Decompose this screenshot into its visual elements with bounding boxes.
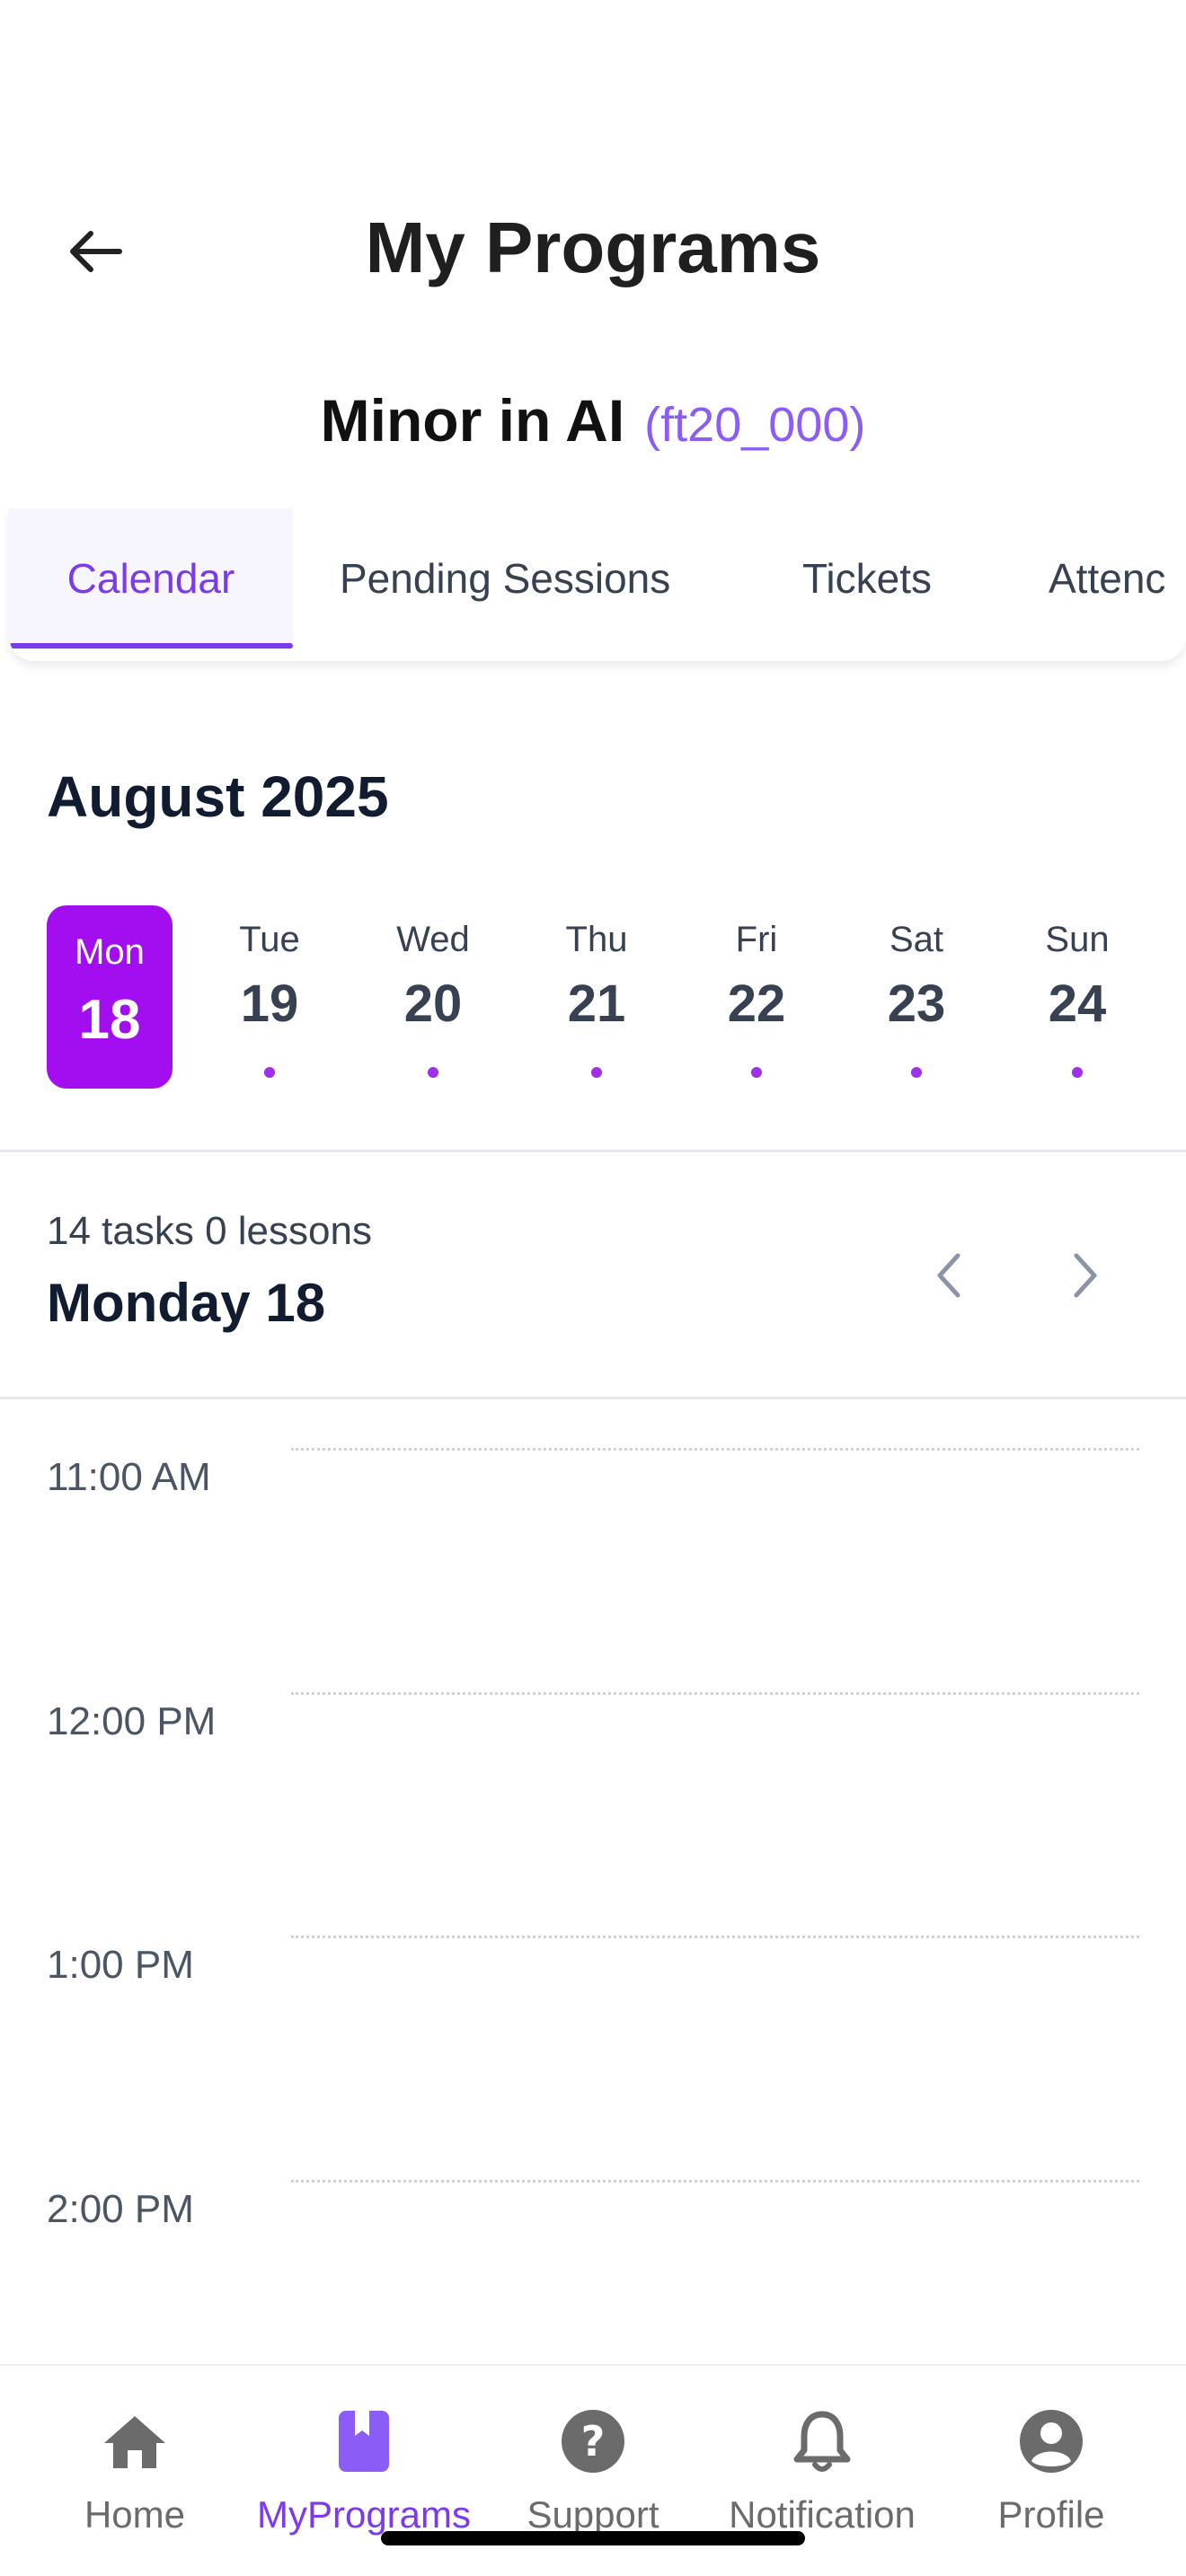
- day-number: 24: [1048, 975, 1107, 1033]
- home-indicator: [381, 2531, 805, 2545]
- tab-label: Calendar: [66, 555, 235, 602]
- tab-attendance[interactable]: Attenc: [1049, 508, 1165, 648]
- time-label: 12:00 PM: [47, 1699, 217, 1743]
- time-label: 2:00 PM: [47, 2187, 194, 2231]
- day-number: 19: [240, 975, 299, 1033]
- book-icon: [328, 2405, 400, 2477]
- event-dot: [1072, 1067, 1083, 1078]
- day-sat[interactable]: Sat 23: [854, 905, 979, 1090]
- day-name: Tue: [239, 920, 300, 959]
- time-gridline: [291, 1692, 1139, 1695]
- day-thu[interactable]: Thu 21: [534, 905, 659, 1090]
- day-number: 20: [403, 975, 463, 1033]
- event-dot: [751, 1067, 762, 1078]
- previous-day-button[interactable]: [913, 1239, 985, 1311]
- time-label: 11:00 AM: [47, 1455, 211, 1499]
- bell-icon: [786, 2405, 858, 2477]
- event-dot: [428, 1067, 438, 1078]
- day-name: Fri: [735, 920, 778, 959]
- tab-active-indicator: [9, 643, 293, 648]
- day-mon[interactable]: Mon 18: [47, 905, 173, 1089]
- day-name: Wed: [396, 920, 470, 959]
- task-summary: 14 tasks 0 lessons: [47, 1209, 372, 1253]
- day-tue[interactable]: Tue 19: [207, 905, 332, 1090]
- tab-tickets[interactable]: Tickets: [802, 508, 932, 648]
- divider: [0, 1150, 1186, 1152]
- day-number: 18: [78, 989, 141, 1051]
- tab-calendar[interactable]: Calendar: [9, 508, 293, 648]
- day-name: Mon: [75, 932, 145, 972]
- week-strip: Mon 18 Tue 19 Wed 20 Thu 21 Fri 22 Sat 2…: [47, 905, 1161, 1090]
- program-name: Minor in AI: [320, 387, 625, 454]
- nav-label: Support: [527, 2493, 659, 2536]
- day-name: Sun: [1045, 920, 1110, 959]
- time-slot: 11:00 AM: [47, 1448, 1139, 1520]
- program-heading: Minor in AI (ft20_000): [0, 386, 1186, 454]
- tab-label: Attenc: [1049, 555, 1166, 602]
- event-dot: [911, 1067, 922, 1078]
- nav-label: Home: [84, 2493, 186, 2536]
- nav-profile[interactable]: Profile: [970, 2366, 1132, 2563]
- chevron-left-icon: [937, 1253, 960, 1298]
- day-number: 22: [727, 975, 786, 1033]
- nav-home[interactable]: Home: [54, 2366, 216, 2563]
- next-day-button[interactable]: [1049, 1239, 1121, 1311]
- tab-label: Tickets: [802, 555, 932, 602]
- event-dot: [591, 1067, 602, 1078]
- time-slot: 12:00 PM: [47, 1692, 1139, 1764]
- tab-pending-sessions[interactable]: Pending Sessions: [340, 508, 670, 648]
- day-number: 21: [567, 975, 626, 1033]
- divider: [0, 1397, 1186, 1399]
- day-number: 23: [887, 975, 946, 1033]
- page-title: My Programs: [365, 207, 821, 287]
- time-gridline: [291, 1448, 1139, 1451]
- header: My Programs Minor in AI (ft20_000): [0, 0, 1186, 503]
- svg-text:?: ?: [581, 2417, 606, 2466]
- day-name: Thu: [565, 920, 628, 959]
- selected-day-title: Monday 18: [47, 1273, 326, 1333]
- help-icon: ?: [557, 2405, 629, 2477]
- day-wed[interactable]: Wed 20: [370, 905, 496, 1090]
- time-slot: 2:00 PM: [47, 2180, 1139, 2252]
- time-label: 1:00 PM: [47, 1943, 194, 1987]
- tabs-bar: Calendar Pending Sessions Tickets Attenc: [9, 508, 1186, 661]
- time-slot: 1:00 PM: [47, 1936, 1139, 2007]
- time-gridline: [291, 1936, 1139, 1938]
- tab-label: Pending Sessions: [340, 555, 671, 602]
- day-sun[interactable]: Sun 24: [1014, 905, 1140, 1090]
- nav-label: Notification: [729, 2493, 916, 2536]
- day-fri[interactable]: Fri 22: [694, 905, 819, 1090]
- nav-label: MyPrograms: [256, 2493, 472, 2536]
- month-title: August 2025: [47, 764, 389, 829]
- event-dot: [264, 1067, 275, 1078]
- profile-icon: [1015, 2405, 1087, 2477]
- nav-label: Profile: [997, 2493, 1105, 2536]
- time-gridline: [291, 2180, 1139, 2183]
- day-name: Sat: [889, 920, 944, 959]
- chevron-right-icon: [1074, 1253, 1097, 1298]
- home-icon: [99, 2405, 171, 2477]
- program-code: (ft20_000): [644, 398, 866, 452]
